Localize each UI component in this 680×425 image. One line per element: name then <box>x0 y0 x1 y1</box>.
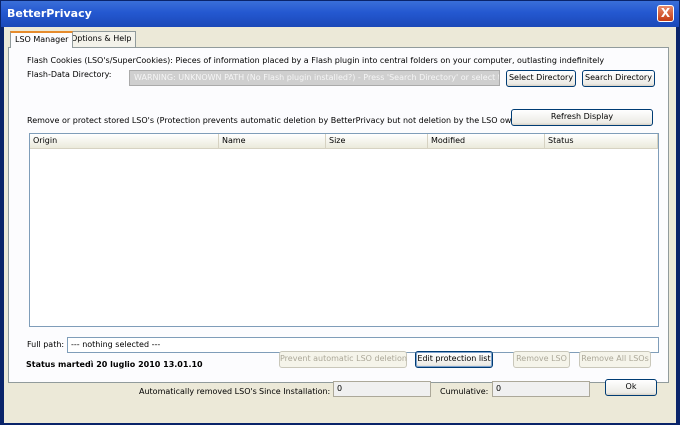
dialog-body: LSO Manager Options & Help Flash Cookies… <box>4 27 676 423</box>
flash-dir-field[interactable]: WARNING: UNKNOWN PATH (No Flash plugin i… <box>129 70 500 86</box>
status-text: Status martedì 20 luglio 2010 13.01.10 <box>26 360 203 369</box>
since-installation-label: Since Installation: <box>259 387 331 396</box>
search-directory-button[interactable]: Search Directory <box>582 70 655 87</box>
column-origin[interactable]: Origin <box>30 134 219 149</box>
column-name[interactable]: Name <box>219 134 326 149</box>
app-window: BetterPrivacy X LSO Manager Options & He… <box>0 0 680 425</box>
title-bar[interactable]: BetterPrivacy X <box>1 1 679 27</box>
tab-lso-manager[interactable]: LSO Manager <box>10 31 74 48</box>
lso-list[interactable]: Origin Name Size Modified Status <box>29 133 659 327</box>
refresh-display-button[interactable]: Refresh Display <box>511 109 653 126</box>
cumulative-field: 0 <box>492 381 590 397</box>
close-button[interactable]: X <box>657 5 674 22</box>
edit-protection-list-button[interactable]: Edit protection list <box>415 351 493 368</box>
column-modified[interactable]: Modified <box>428 134 545 149</box>
full-path-label: Full path: <box>27 340 65 349</box>
protect-info-text: Remove or protect stored LSO's (Protecti… <box>27 116 532 125</box>
select-directory-button[interactable]: Select Directory <box>506 70 576 87</box>
lso-list-header: Origin Name Size Modified Status <box>30 134 658 149</box>
column-size[interactable]: Size <box>326 134 428 149</box>
flash-cookie-description: Flash Cookies (LSO's/SuperCookies): Piec… <box>27 56 605 65</box>
cumulative-label: Cumulative: <box>440 387 489 396</box>
remove-all-lsos-button[interactable]: Remove All LSOs <box>579 351 651 368</box>
column-status[interactable]: Status <box>545 134 658 149</box>
tab-options-help[interactable]: Options & Help <box>66 31 137 47</box>
ok-button[interactable]: Ok <box>605 379 657 396</box>
flash-dir-label: Flash-Data Directory: <box>27 70 112 79</box>
prevent-deletion-button[interactable]: Prevent automatic LSO deletion <box>279 351 407 368</box>
since-installation-field: 0 <box>333 381 431 397</box>
lso-manager-panel: Flash Cookies (LSO's/SuperCookies): Piec… <box>8 47 669 383</box>
remove-lso-button[interactable]: Remove LSO <box>513 351 570 368</box>
window-title: BetterPrivacy <box>7 7 92 20</box>
auto-removed-label: Automatically removed LSO's <box>139 387 257 396</box>
